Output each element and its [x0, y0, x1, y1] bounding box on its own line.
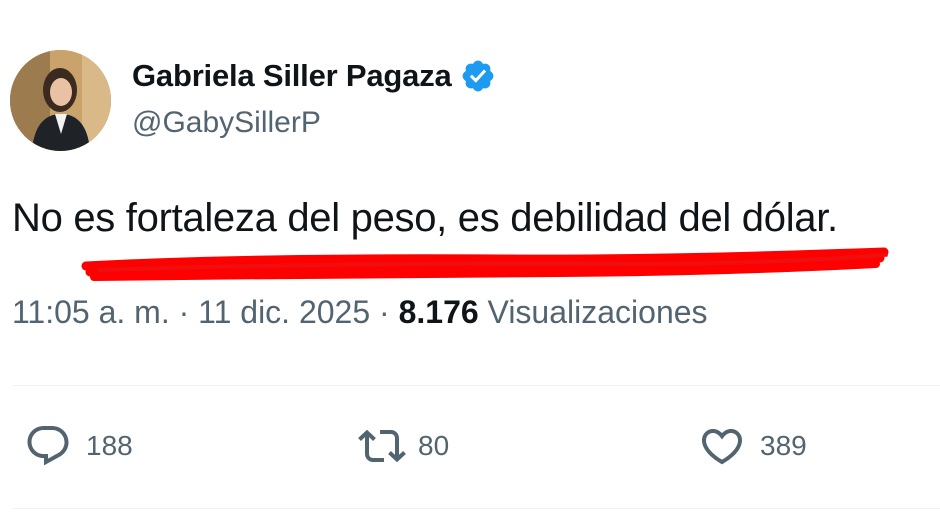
retweet-count: 80 — [418, 430, 450, 461]
like-button[interactable]: 389 — [698, 422, 807, 470]
tweet-meta: 11:05 a. m. · 11 dic. 2025 · 8.176 Visua… — [12, 294, 708, 331]
tweet-time[interactable]: 11:05 a. m. — [12, 294, 170, 330]
red-underline-scribble — [81, 247, 889, 281]
like-count: 389 — [760, 430, 807, 461]
retweet-icon — [358, 429, 406, 463]
reply-icon — [27, 426, 69, 466]
author-handle[interactable]: @GabySillerP — [132, 106, 321, 140]
reply-count: 188 — [86, 430, 133, 461]
tweet-text: No es fortaleza del peso, es debilidad d… — [12, 196, 838, 240]
meta-separator: · — [178, 294, 190, 330]
author-name-text[interactable]: Gabriela Siller Pagaza — [132, 58, 452, 94]
divider-bottom — [12, 508, 940, 509]
retweet-button[interactable]: 80 — [358, 422, 449, 470]
author-name[interactable]: Gabriela Siller Pagaza — [132, 56, 496, 96]
avatar[interactable] — [10, 50, 111, 151]
divider — [12, 385, 940, 386]
views-count: 8.176 — [398, 294, 479, 330]
verified-badge-icon — [462, 60, 493, 92]
reply-button[interactable]: 188 — [24, 422, 133, 470]
avatar-photo — [10, 50, 111, 151]
tweet-date[interactable]: 11 dic. 2025 — [198, 294, 370, 330]
views-label: Visualizaciones — [487, 294, 708, 330]
heart-icon — [701, 429, 743, 465]
meta-separator-2: · — [379, 294, 390, 330]
